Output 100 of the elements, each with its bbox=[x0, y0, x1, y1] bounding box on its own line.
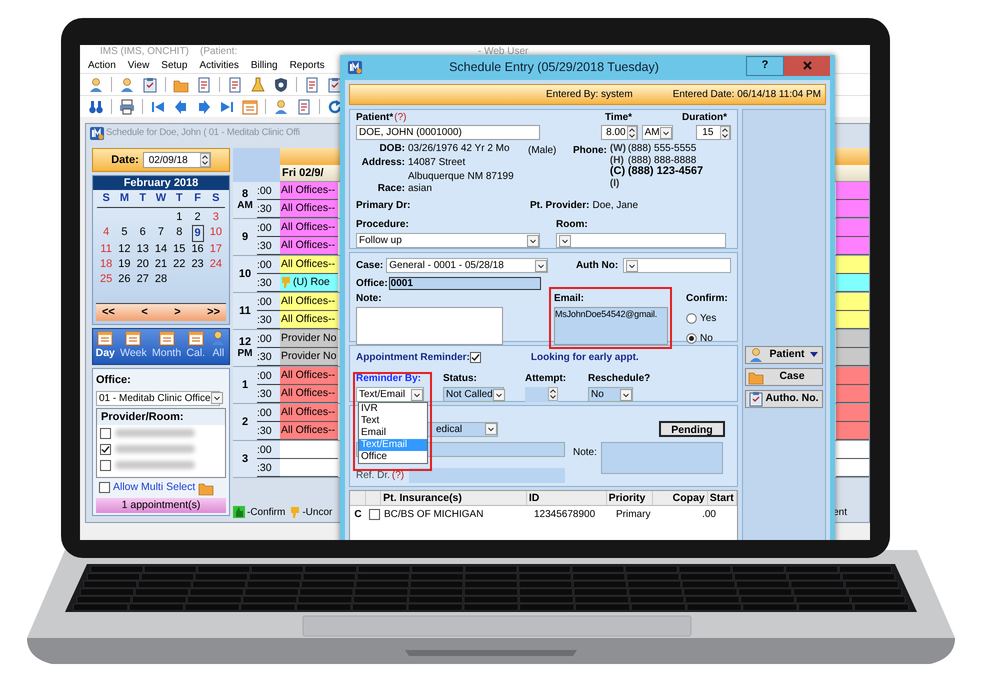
view-tab[interactable]: Month bbox=[152, 330, 182, 362]
calendar-icon[interactable] bbox=[242, 98, 258, 114]
nav-arrow[interactable]: << bbox=[102, 304, 115, 321]
flask-icon[interactable] bbox=[250, 76, 266, 92]
dropdown-option[interactable]: IVR bbox=[359, 403, 427, 415]
calendar-day[interactable]: 26 bbox=[116, 272, 133, 286]
menu-item[interactable]: Billing bbox=[250, 58, 278, 72]
document-icon[interactable] bbox=[304, 76, 320, 92]
left-arrow-icon[interactable] bbox=[173, 98, 189, 114]
reminder-by-dropdown[interactable]: Text/Email bbox=[356, 387, 424, 402]
nav-arrow[interactable]: > bbox=[174, 304, 181, 321]
note-field[interactable] bbox=[600, 442, 723, 474]
dropdown-option[interactable]: Office bbox=[359, 451, 427, 463]
appointment-slot[interactable]: All Offices-- bbox=[280, 219, 338, 237]
appointment-slot[interactable] bbox=[836, 367, 869, 385]
appointment-slot[interactable]: All Offices-- bbox=[280, 293, 338, 311]
view-tab[interactable]: Day bbox=[96, 330, 115, 362]
calendar-day[interactable]: 6 bbox=[138, 224, 148, 242]
calendar-day[interactable]: 15 bbox=[171, 242, 188, 256]
view-tab[interactable]: All bbox=[210, 330, 226, 362]
shield-icon[interactable] bbox=[273, 76, 289, 92]
calendar-day[interactable]: 5 bbox=[119, 224, 130, 242]
side-button[interactable]: Patient bbox=[745, 346, 823, 364]
checkbox[interactable] bbox=[100, 460, 111, 470]
appointment-slot[interactable] bbox=[836, 200, 869, 218]
refresh-icon[interactable] bbox=[327, 98, 343, 114]
appointment-slot[interactable]: All Offices-- bbox=[280, 367, 338, 385]
binoculars-icon[interactable] bbox=[88, 98, 104, 114]
calendar-day[interactable]: 8 bbox=[174, 224, 184, 242]
menu-item[interactable]: Setup bbox=[161, 58, 188, 72]
time-field[interactable]: 8.00 bbox=[601, 125, 638, 140]
calendar-day[interactable]: 14 bbox=[152, 242, 170, 256]
calendar-day[interactable]: 20 bbox=[134, 256, 151, 272]
appointment-slot[interactable]: All Offices-- bbox=[280, 182, 338, 200]
calendar-day[interactable]: 19 bbox=[116, 256, 133, 272]
appointment-slot[interactable] bbox=[280, 459, 338, 477]
clipboard-icon[interactable] bbox=[142, 76, 158, 92]
help-button[interactable]: ? bbox=[746, 56, 784, 76]
appointment-slot[interactable] bbox=[836, 459, 869, 477]
calendar-day[interactable]: 9 bbox=[192, 224, 204, 242]
person-icon[interactable] bbox=[273, 98, 289, 114]
close-button[interactable] bbox=[784, 56, 830, 76]
checkbox[interactable] bbox=[368, 509, 380, 520]
nav-arrow[interactable]: < bbox=[141, 304, 148, 321]
checkbox[interactable] bbox=[99, 482, 110, 493]
person-icon[interactable] bbox=[119, 76, 135, 92]
appointment-slot[interactable] bbox=[836, 441, 869, 459]
side-button[interactable]: Autho. No. bbox=[745, 390, 823, 408]
appointment-slot[interactable]: (U) Roe bbox=[280, 274, 338, 292]
note-field[interactable] bbox=[356, 307, 503, 345]
document-icon[interactable] bbox=[296, 98, 312, 114]
auth-no-dropdown[interactable] bbox=[623, 258, 731, 273]
checkbox[interactable] bbox=[100, 428, 111, 438]
office-dropdown[interactable]: 01 - Meditab Clinic Office bbox=[96, 390, 220, 406]
calendar-day[interactable]: 1 bbox=[174, 210, 184, 224]
patient-field[interactable]: DOE, JOHN (0001000) bbox=[356, 125, 540, 140]
appointment-slot[interactable] bbox=[836, 311, 869, 329]
appointment-slot[interactable]: Provider No bbox=[280, 348, 338, 366]
appointment-slot[interactable]: All Offices-- bbox=[280, 422, 338, 440]
menu-item[interactable]: Reports bbox=[290, 58, 325, 72]
appointment-slot[interactable] bbox=[836, 348, 869, 366]
reschedule-dropdown[interactable]: No bbox=[588, 387, 633, 402]
calendar-day[interactable]: 16 bbox=[189, 242, 206, 256]
appointment-slot[interactable] bbox=[280, 441, 338, 459]
calendar-day[interactable]: 7 bbox=[156, 224, 166, 242]
document-icon[interactable] bbox=[196, 76, 212, 92]
attempt-field[interactable] bbox=[525, 387, 558, 402]
appointment-slot[interactable]: All Offices-- bbox=[280, 385, 338, 403]
case-dropdown[interactable]: General - 0001 - 05/28/18 bbox=[386, 258, 548, 273]
appointment-slot[interactable] bbox=[836, 330, 869, 348]
side-button[interactable]: Case bbox=[745, 368, 823, 386]
calendar-day[interactable]: 13 bbox=[134, 242, 151, 256]
room-dropdown[interactable] bbox=[556, 233, 726, 248]
menu-item[interactable]: View bbox=[128, 58, 150, 72]
calendar-day[interactable]: 27 bbox=[134, 272, 151, 286]
appointment-slot[interactable] bbox=[836, 293, 869, 311]
printer-icon[interactable] bbox=[119, 98, 135, 114]
appointment-slot[interactable]: All Offices-- bbox=[280, 200, 338, 218]
calendar-day[interactable]: 21 bbox=[152, 256, 170, 272]
appointment-slot[interactable] bbox=[836, 274, 869, 292]
view-tab[interactable]: Cal. bbox=[186, 330, 206, 362]
calendar-day[interactable]: 23 bbox=[189, 256, 206, 272]
menu-item[interactable]: Activities bbox=[199, 58, 239, 72]
menu-item[interactable]: Action bbox=[88, 58, 116, 72]
date-field[interactable]: 02/09/18 bbox=[142, 152, 211, 168]
calendar-day[interactable]: 2 bbox=[192, 210, 203, 224]
checkbox[interactable] bbox=[470, 352, 481, 363]
appointment-slot[interactable] bbox=[836, 385, 869, 403]
appointment-slot[interactable]: All Offices-- bbox=[280, 404, 338, 422]
appointment-slot[interactable] bbox=[836, 237, 869, 255]
pending-button[interactable]: Pending bbox=[659, 421, 725, 437]
procedure-dropdown[interactable]: Follow up bbox=[356, 233, 540, 248]
calendar-day[interactable]: 28 bbox=[152, 272, 170, 286]
duration-field[interactable]: 15 bbox=[696, 125, 731, 140]
person-icon[interactable] bbox=[88, 76, 104, 92]
appointment-slot[interactable] bbox=[836, 182, 869, 200]
appointment-slot[interactable] bbox=[836, 219, 869, 237]
document-icon[interactable] bbox=[227, 76, 243, 92]
right-arrow-icon[interactable] bbox=[196, 98, 212, 114]
status-dropdown[interactable]: Not Called bbox=[443, 387, 504, 402]
